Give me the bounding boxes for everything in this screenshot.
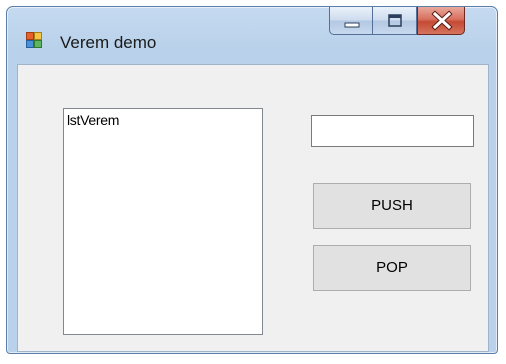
app-window: Verem demo lstVerem PUSH POP [6, 6, 498, 354]
push-button[interactable]: PUSH [313, 183, 471, 229]
list-item[interactable]: lstVerem [67, 112, 119, 128]
stack-listbox[interactable]: lstVerem [63, 108, 263, 335]
pop-button[interactable]: POP [313, 245, 471, 291]
caption-buttons [329, 7, 491, 37]
close-button[interactable] [417, 7, 465, 35]
maximize-button[interactable] [373, 7, 417, 35]
close-icon [431, 10, 453, 31]
app-icon [26, 32, 42, 48]
window-title: Verem demo [60, 33, 157, 52]
title-bar[interactable]: Verem demo [7, 7, 497, 52]
value-input[interactable] [311, 115, 474, 147]
maximize-icon [388, 14, 402, 27]
desktop-area: Verem demo lstVerem PUSH POP [0, 0, 506, 364]
minimize-button[interactable] [329, 7, 373, 35]
client-area: lstVerem PUSH POP [17, 64, 489, 352]
minimize-icon [344, 22, 360, 28]
